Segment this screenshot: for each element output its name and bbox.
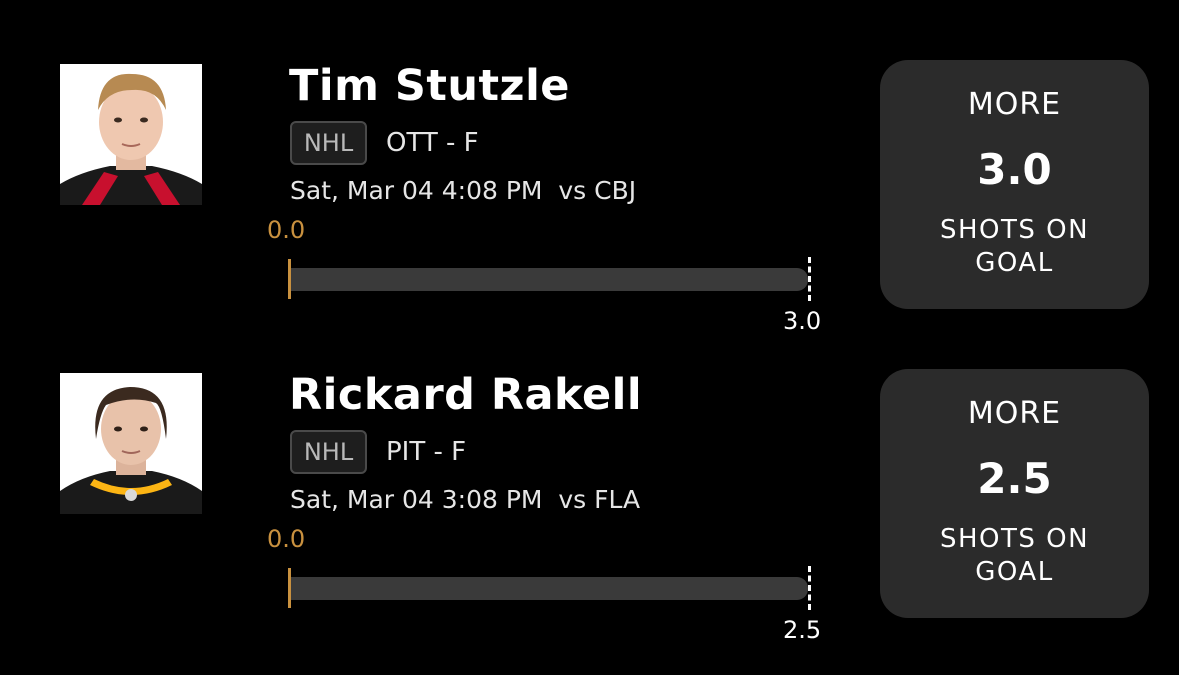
pick-direction: MORE [967,396,1062,431]
player-name: Rickard Rakell [289,370,643,420]
player-headshot-icon [60,373,202,514]
player-avatar [60,64,202,205]
progress-bar [290,577,808,600]
progress-bar [290,268,808,291]
pick-line-value: 3.0 [977,145,1052,194]
pick-row: Tim Stutzle NHL OTT - F Sat, Mar 04 4:08… [0,0,1179,335]
target-line-marker [808,257,811,301]
pick-selection-card[interactable]: MORE 3.0 SHOTS ON GOAL [880,60,1149,309]
league-badge: NHL [290,430,367,474]
target-stat-value: 2.5 [783,616,822,644]
league-badge: NHL [290,121,367,165]
team-position: PIT - F [386,437,467,467]
player-name: Tim Stutzle [289,61,570,111]
team-position: OTT - F [386,128,479,158]
progress-start-marker [288,568,291,608]
player-avatar [60,373,202,514]
current-stat-value: 0.0 [267,525,306,553]
player-headshot-icon [60,64,202,205]
game-time: Sat, Mar 04 3:08 PM vs FLA [290,485,641,514]
target-line-marker [808,566,811,610]
pick-selection-card[interactable]: MORE 2.5 SHOTS ON GOAL [880,369,1149,618]
pick-stat-type: SHOTS ON GOAL [939,215,1090,278]
pick-stat-type: SHOTS ON GOAL [939,524,1090,587]
pick-row: Rickard Rakell NHL PIT - F Sat, Mar 04 3… [0,309,1179,644]
progress-start-marker [288,259,291,299]
game-time: Sat, Mar 04 4:08 PM vs CBJ [290,176,637,205]
pick-line-value: 2.5 [977,454,1052,503]
current-stat-value: 0.0 [267,216,306,244]
pick-direction: MORE [967,87,1062,122]
